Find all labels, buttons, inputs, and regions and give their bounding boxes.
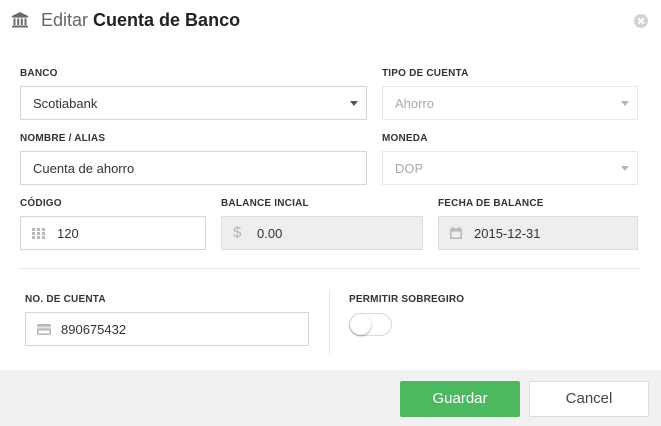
tipo-cuenta-value: Ahorro — [395, 96, 435, 111]
tipo-cuenta-select[interactable]: Ahorro — [382, 86, 638, 120]
banco-select[interactable]: Scotiabank — [20, 86, 367, 120]
no-cuenta-label: NO. DE CUENTA — [25, 294, 106, 305]
nombre-alias-value: Cuenta de ahorro — [33, 161, 135, 176]
column-divider — [329, 290, 330, 354]
chevron-down-icon — [621, 101, 629, 106]
grid-icon — [32, 228, 45, 239]
bank-icon — [12, 12, 28, 28]
balance-inicial-label: BALANCE INCIAL — [221, 198, 309, 209]
no-cuenta-input[interactable]: 890675432 — [25, 312, 309, 346]
fecha-balance-value: 2015-12-31 — [474, 226, 541, 241]
banco-value: Scotiabank — [33, 96, 98, 111]
balance-inicial-value: 0.00 — [257, 226, 283, 241]
dialog-title-main: Cuenta de Banco — [93, 10, 241, 30]
calendar-icon — [450, 227, 462, 239]
nombre-alias-input[interactable]: Cuenta de ahorro — [20, 151, 367, 185]
dialog-title: Editar Cuenta de Banco — [41, 9, 240, 31]
chevron-down-icon — [621, 166, 629, 171]
dollar-icon: $ — [233, 224, 242, 241]
permitir-sobregiro-toggle[interactable] — [349, 313, 392, 336]
balance-inicial-input[interactable]: $ 0.00 — [221, 216, 423, 250]
codigo-input[interactable]: 120 — [20, 216, 206, 250]
nombre-alias-label: NOMBRE / ALIAS — [20, 133, 106, 144]
save-button[interactable]: Guardar — [400, 381, 520, 417]
credit-card-icon — [37, 324, 51, 335]
moneda-value: DOP — [395, 161, 424, 176]
fecha-balance-label: FECHA DE BALANCE — [438, 198, 544, 209]
moneda-label: MONEDA — [382, 133, 428, 144]
codigo-label: CÓDIGO — [20, 198, 62, 209]
chevron-down-icon — [350, 101, 358, 106]
permitir-sobregiro-label: PERMITIR SOBREGIRO — [349, 294, 465, 305]
cancel-button[interactable]: Cancel — [529, 381, 649, 417]
tipo-cuenta-label: TIPO DE CUENTA — [382, 68, 469, 79]
moneda-select[interactable]: DOP — [382, 151, 638, 185]
toggle-knob — [350, 314, 371, 335]
fecha-balance-input[interactable]: 2015-12-31 — [438, 216, 638, 250]
dialog-header: Editar Cuenta de Banco — [0, 0, 661, 40]
codigo-value: 120 — [57, 226, 79, 241]
banco-label: BANCO — [20, 68, 58, 79]
close-icon[interactable] — [634, 14, 648, 28]
dialog-title-prefix: Editar — [41, 10, 89, 30]
section-divider — [20, 268, 640, 269]
no-cuenta-value: 890675432 — [61, 322, 127, 337]
